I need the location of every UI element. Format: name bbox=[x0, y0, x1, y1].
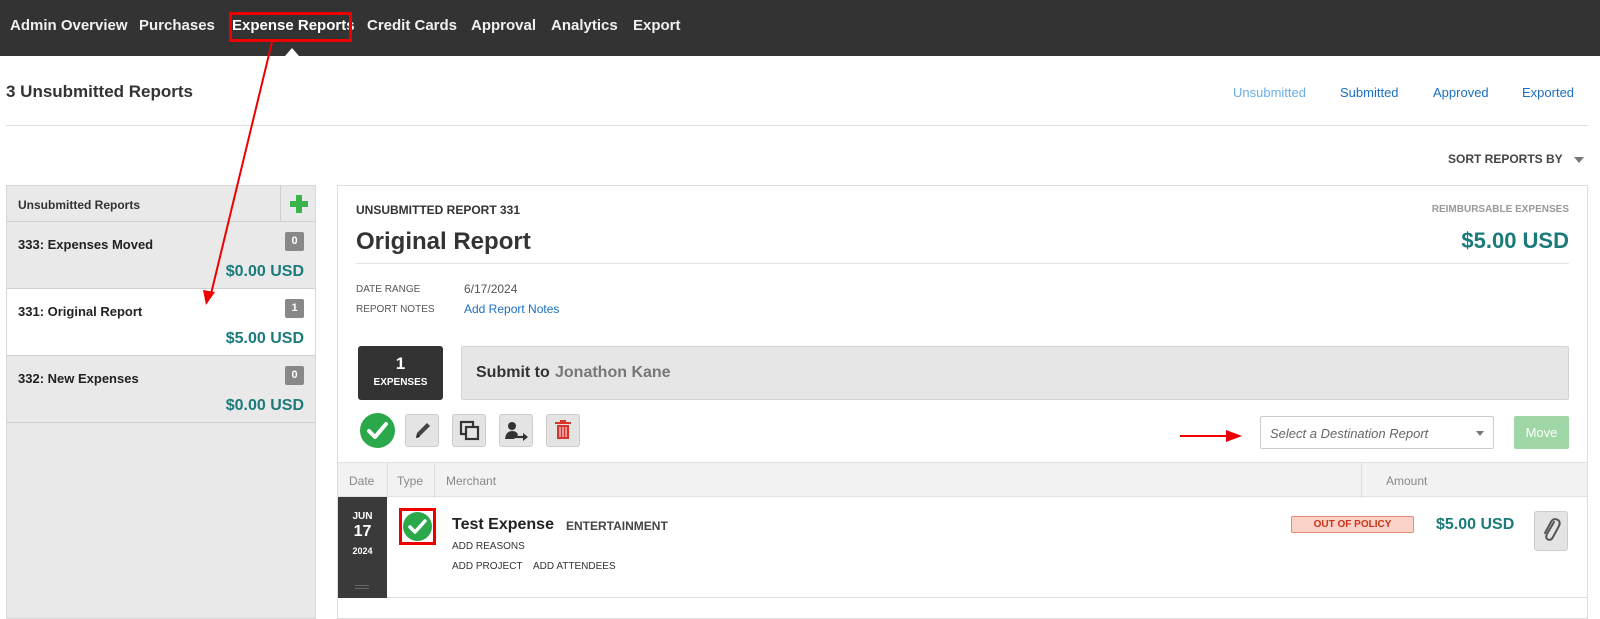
out-of-policy-badge: OUT OF POLICY bbox=[1291, 516, 1414, 533]
col-date[interactable]: Date bbox=[349, 474, 374, 488]
expense-category: ENTERTAINMENT bbox=[566, 519, 668, 533]
divider bbox=[6, 125, 1588, 126]
check-icon bbox=[403, 512, 432, 541]
report-item[interactable]: 333: Expenses Moved 0 $0.00 USD bbox=[7, 222, 315, 289]
delete-button[interactable] bbox=[546, 414, 580, 447]
active-nav-caret bbox=[285, 48, 299, 56]
chevron-down-icon bbox=[1476, 431, 1484, 436]
expense-date: JUN 17 2024 bbox=[338, 497, 387, 598]
approve-all-button[interactable] bbox=[360, 413, 395, 448]
destination-placeholder: Select a Destination Report bbox=[1270, 426, 1429, 441]
report-notes-label: REPORT NOTES bbox=[356, 304, 435, 315]
sidebar-title: Unsubmitted Reports bbox=[18, 198, 141, 212]
report-item-amount: $0.00 USD bbox=[225, 263, 304, 280]
report-item-count-badge: 1 bbox=[285, 299, 304, 318]
expense-year: 2024 bbox=[352, 546, 373, 556]
paperclip-icon bbox=[1544, 518, 1561, 541]
filter-submitted[interactable]: Submitted bbox=[1340, 85, 1399, 100]
move-button[interactable]: Move bbox=[1514, 416, 1569, 449]
filter-approved[interactable]: Approved bbox=[1433, 85, 1489, 100]
drag-handle-icon[interactable] bbox=[355, 585, 369, 586]
edit-button[interactable] bbox=[405, 414, 439, 447]
col-amount[interactable]: Amount bbox=[1386, 474, 1427, 488]
report-name[interactable]: Original Report bbox=[356, 228, 531, 256]
copy-icon bbox=[459, 420, 480, 441]
date-range-label: DATE RANGE bbox=[356, 284, 421, 295]
report-item-count-badge: 0 bbox=[285, 232, 304, 251]
sort-reports-dropdown[interactable]: SORT REPORTS BY bbox=[1448, 152, 1563, 166]
expense-approve-checkbox[interactable] bbox=[399, 508, 436, 545]
add-project-link[interactable]: ADD PROJECT bbox=[452, 561, 523, 572]
sidebar-header: Unsubmitted Reports bbox=[7, 186, 315, 222]
nav-export[interactable]: Export bbox=[633, 17, 681, 34]
report-item-selected[interactable]: 331: Original Report 1 $5.00 USD bbox=[7, 289, 315, 356]
divider bbox=[356, 263, 1569, 264]
reimbursable-label: REIMBURSABLE EXPENSES bbox=[1431, 204, 1569, 215]
nav-approval[interactable]: Approval bbox=[471, 17, 536, 34]
nav-purchases[interactable]: Purchases bbox=[139, 17, 215, 34]
annotation-highlight-box bbox=[229, 12, 352, 42]
add-report-button[interactable] bbox=[280, 186, 315, 222]
add-report-notes-link[interactable]: Add Report Notes bbox=[464, 302, 559, 316]
expense-count-label: EXPENSES bbox=[373, 377, 428, 388]
page-title: 3 Unsubmitted Reports bbox=[6, 82, 194, 101]
expense-count-badge: 1 EXPENSES bbox=[358, 346, 443, 400]
chevron-down-icon[interactable] bbox=[1574, 157, 1584, 163]
nav-credit-cards[interactable]: Credit Cards bbox=[367, 17, 457, 34]
report-item-name: 332: New Expenses bbox=[18, 371, 139, 386]
reassign-icon bbox=[505, 422, 528, 441]
filter-unsubmitted[interactable]: Unsubmitted bbox=[1233, 85, 1306, 100]
report-number-label: UNSUBMITTED REPORT 331 bbox=[356, 203, 521, 217]
filter-exported[interactable]: Exported bbox=[1522, 85, 1574, 100]
pencil-icon bbox=[416, 423, 430, 438]
expense-merchant[interactable]: Test Expense bbox=[452, 516, 554, 534]
col-type[interactable]: Type bbox=[397, 474, 423, 488]
col-merchant[interactable]: Merchant bbox=[446, 474, 496, 488]
date-range-value: 6/17/2024 bbox=[464, 282, 518, 296]
add-attendees-link[interactable]: ADD ATTENDEES bbox=[533, 561, 616, 572]
duplicate-button[interactable] bbox=[452, 414, 486, 447]
expense-amount: $5.00 USD bbox=[1436, 516, 1515, 533]
attach-receipt-button[interactable] bbox=[1534, 511, 1568, 551]
nav-admin-overview[interactable]: Admin Overview bbox=[10, 17, 128, 34]
destination-report-select[interactable]: Select a Destination Report bbox=[1260, 416, 1494, 449]
expense-table-header: Date Type Merchant Amount bbox=[338, 462, 1587, 498]
trash-icon bbox=[555, 420, 571, 439]
approver-name: Jonathon Kane bbox=[555, 364, 671, 381]
report-item-amount: $0.00 USD bbox=[225, 397, 304, 414]
report-item-amount: $5.00 USD bbox=[225, 330, 304, 347]
report-item-name: 331: Original Report bbox=[18, 304, 143, 319]
reports-sidebar: Unsubmitted Reports 333: Expenses Moved … bbox=[6, 185, 316, 619]
submit-to-button[interactable]: Submit to Jonathon Kane bbox=[461, 346, 1569, 400]
report-total: $5.00 USD bbox=[1461, 228, 1569, 253]
nav-analytics[interactable]: Analytics bbox=[551, 17, 618, 34]
report-item[interactable]: 332: New Expenses 0 $0.00 USD bbox=[7, 356, 315, 423]
add-reasons-link[interactable]: ADD REASONS bbox=[452, 541, 525, 552]
submit-to-label: Submit to bbox=[476, 364, 550, 381]
expense-count: 1 bbox=[395, 354, 406, 373]
report-item-count-badge: 0 bbox=[285, 366, 304, 385]
expense-month: JUN bbox=[352, 511, 373, 522]
report-item-name: 333: Expenses Moved bbox=[18, 237, 154, 252]
check-icon bbox=[367, 422, 388, 439]
report-detail-panel: UNSUBMITTED REPORT 331 REIMBURSABLE EXPE… bbox=[337, 185, 1588, 619]
expense-day: 17 bbox=[353, 523, 372, 540]
top-nav: Admin Overview Purchases Expense Reports… bbox=[0, 0, 1600, 56]
table-row[interactable]: JUN 17 2024 Test Expense ENTERTAINMENT A… bbox=[338, 497, 1587, 598]
reassign-button[interactable] bbox=[499, 414, 533, 447]
